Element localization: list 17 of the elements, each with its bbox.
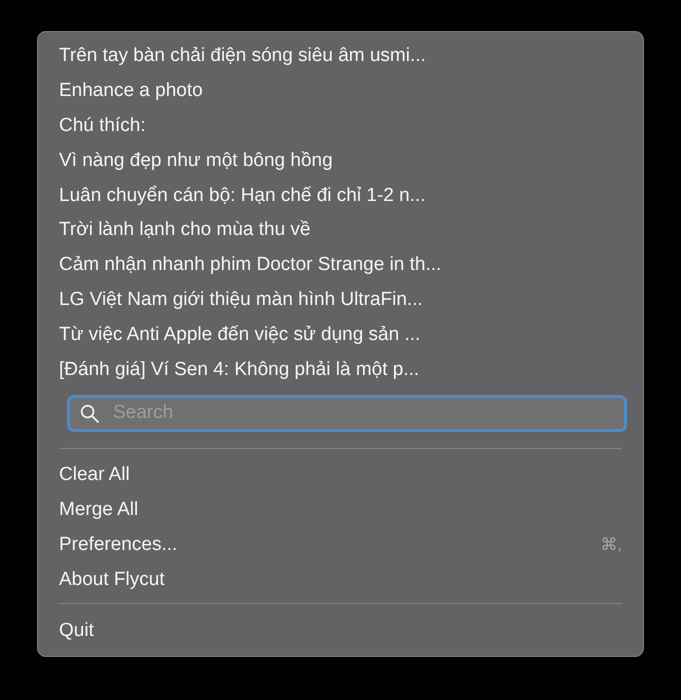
menu-item[interactable]: Clear All — [38, 458, 643, 493]
keyboard-shortcut: ⌘, — [600, 534, 622, 556]
clipboard-history-item[interactable]: Luân chuyển cán bộ: Hạn chế đi chỉ 1-2 n... — [38, 178, 643, 213]
menu-item[interactable]: Merge All — [38, 492, 643, 528]
clipboard-history-item[interactable]: Vì nàng đẹp như một bông hồng — [38, 143, 643, 178]
clipboard-history-item[interactable]: Chú thích: — [38, 108, 643, 144]
clipboard-history-item[interactable]: Trời lành lạnh cho mùa thu về — [38, 212, 643, 248]
menu-item[interactable]: Preferences... ⌘, — [38, 528, 643, 562]
clipboard-history-item[interactable]: Từ việc Anti Apple đến việc sử dụng sản ... — [38, 317, 643, 352]
clipboard-history-item[interactable]: [Đánh giá] Ví Sen 4: Không phải là một p... — [38, 352, 643, 387]
menu-item[interactable]: Quit — [38, 613, 643, 648]
search-icon — [80, 404, 99, 423]
clipboard-history-item[interactable]: Cảm nhận nhanh phim Doctor Strange in th... — [38, 248, 643, 283]
clipboard-history-item[interactable]: LG Việt Nam giới thiệu màn hình UltraFin... — [38, 282, 643, 318]
clipboard-history-item[interactable]: Enhance a photo — [38, 74, 643, 109]
clipboard-history-item[interactable]: Trên tay bàn chải điện sóng siêu âm usmi... — [38, 39, 643, 74]
menu-item[interactable]: About Flycut — [38, 562, 643, 598]
